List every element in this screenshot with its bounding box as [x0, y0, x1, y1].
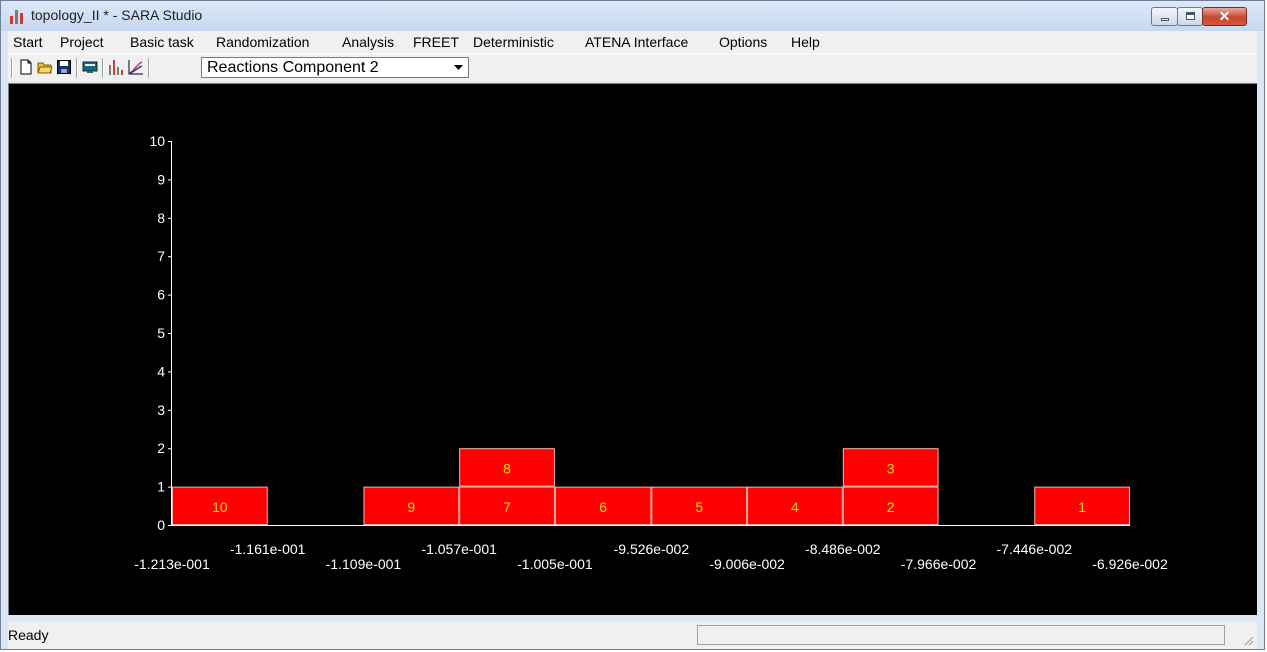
maximize-button[interactable] — [1177, 7, 1203, 26]
y-tick-label: 9 — [157, 171, 165, 187]
result-combo-box[interactable]: Reactions Component 2 — [201, 57, 469, 78]
bar-label: 5 — [695, 499, 703, 515]
app-icon — [10, 10, 23, 24]
open-folder-icon[interactable] — [37, 59, 53, 75]
y-tick-label: 8 — [157, 210, 165, 226]
save-icon[interactable] — [56, 59, 72, 75]
window-title: topology_II * - SARA Studio — [31, 7, 203, 23]
x-tick-label: -7.446e-002 — [997, 541, 1073, 557]
x-tick-label: -1.109e-001 — [326, 556, 402, 572]
menu-basic-task[interactable]: Basic task — [130, 34, 194, 50]
toolbar-separator — [11, 58, 13, 78]
y-tick-label: 4 — [157, 363, 165, 379]
histogram-chart: 0 1 2 3 4 5 6 7 8 9 10 10 9 7 8 6 5 4 2 3 1 -1.213e-001 -1.161… — [134, 133, 1168, 572]
bar-label: 8 — [503, 460, 511, 476]
menu-project[interactable]: Project — [60, 34, 104, 50]
main-window: topology_II * - SARA Studio ✕ Start Proj… — [0, 0, 1265, 650]
menu-analysis[interactable]: Analysis — [342, 34, 394, 50]
y-tick-label: 10 — [149, 133, 165, 149]
chevron-down-icon[interactable] — [451, 60, 466, 75]
menu-deterministic[interactable]: Deterministic — [473, 34, 554, 50]
x-tick-label: -9.526e-002 — [614, 541, 690, 557]
toolbar-separator — [102, 58, 104, 78]
maximize-icon — [1186, 12, 1195, 20]
x-tick-label: -1.213e-001 — [134, 556, 210, 572]
x-tick-label: -1.161e-001 — [230, 541, 306, 557]
x-tick-label: -7.966e-002 — [901, 556, 977, 572]
menu-atena-interface[interactable]: ATENA Interface — [585, 34, 688, 50]
bar-label: 1 — [1078, 499, 1086, 515]
bar-label: 7 — [503, 499, 511, 515]
monitor-icon[interactable] — [82, 59, 98, 75]
menu-start[interactable]: Start — [13, 34, 43, 50]
menu-help[interactable]: Help — [791, 34, 820, 50]
toolbar: Reactions Component 2 — [8, 53, 1257, 82]
menu-randomization[interactable]: Randomization — [216, 34, 309, 50]
x-tick-label: -9.006e-002 — [709, 556, 785, 572]
menu-bar: Start Project Basic task Randomization A… — [8, 31, 1257, 53]
y-tick-label: 6 — [157, 287, 165, 303]
minimize-button[interactable] — [1151, 7, 1178, 26]
bar-label: 3 — [887, 460, 895, 476]
histogram-panel: 0 1 2 3 4 5 6 7 8 9 10 10 9 7 8 6 5 4 2 3 1 -1.213e-001 -1.161… — [8, 83, 1257, 615]
y-tick-label: 3 — [157, 402, 165, 418]
minimize-icon — [1161, 18, 1169, 21]
bar-label: 4 — [791, 499, 799, 515]
status-bar: Ready — [8, 621, 1257, 649]
resize-grip-icon[interactable] — [1242, 634, 1254, 646]
distribution-icon[interactable] — [128, 59, 144, 75]
status-pane — [697, 625, 1225, 645]
bar-label: 2 — [887, 499, 895, 515]
x-tick-label: -8.486e-002 — [805, 541, 881, 557]
y-tick-label: 7 — [157, 248, 165, 264]
title-bar[interactable]: topology_II * - SARA Studio ✕ — [1, 1, 1264, 31]
bar-label: 10 — [212, 499, 228, 515]
y-tick-label: 2 — [157, 440, 165, 456]
y-tick-label: 1 — [157, 479, 165, 495]
menu-freet[interactable]: FREET — [413, 34, 459, 50]
status-text: Ready — [8, 627, 49, 643]
histogram-icon[interactable] — [108, 59, 124, 75]
x-tick-label: -1.057e-001 — [421, 541, 497, 557]
combo-selected-value: Reactions Component 2 — [207, 59, 379, 76]
toolbar-separator — [148, 58, 150, 78]
new-file-icon[interactable] — [18, 59, 34, 75]
bar-label: 6 — [599, 499, 607, 515]
x-tick-label: -6.926e-002 — [1092, 556, 1168, 572]
x-tick-label: -1.005e-001 — [517, 556, 593, 572]
menu-options[interactable]: Options — [719, 34, 767, 50]
y-tick-label: 5 — [157, 325, 165, 341]
close-button[interactable]: ✕ — [1202, 7, 1247, 26]
close-icon: ✕ — [1218, 8, 1231, 24]
y-tick-label: 0 — [157, 517, 165, 533]
toolbar-separator — [76, 58, 78, 78]
bar-label: 9 — [407, 499, 415, 515]
